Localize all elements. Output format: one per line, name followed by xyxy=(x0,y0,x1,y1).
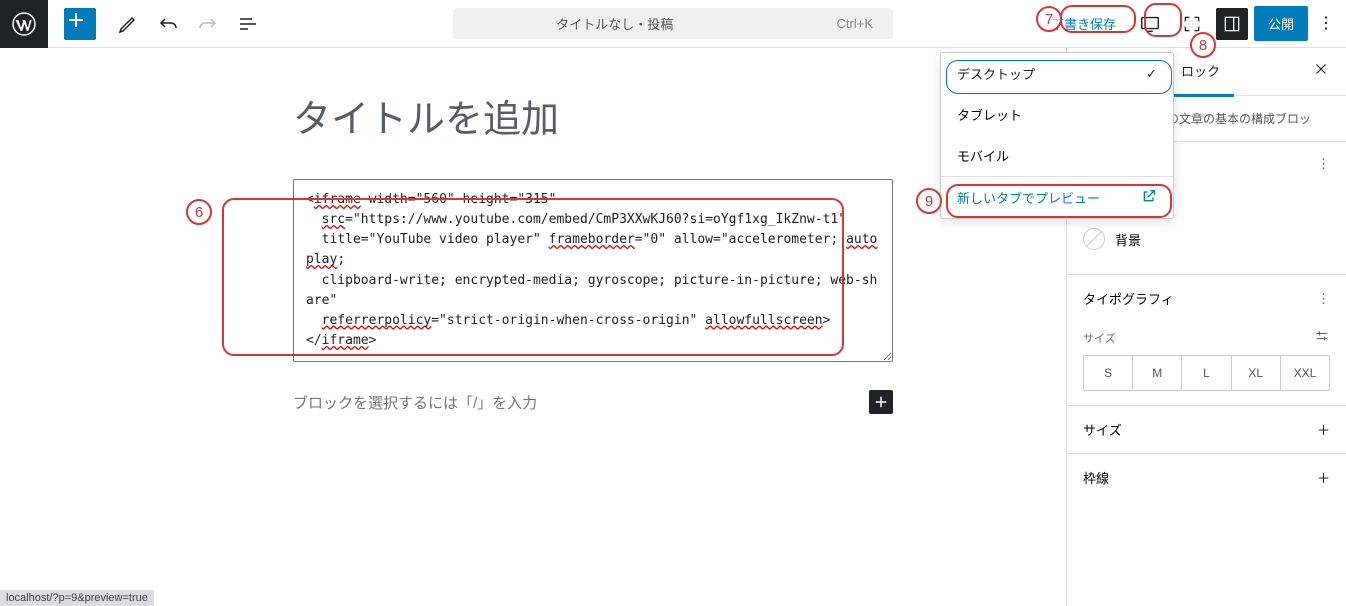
block-appender[interactable]: ブロックを選択するには「/」を入力 xyxy=(293,390,893,414)
annotation-6: 6 xyxy=(186,199,212,225)
size-settings-icon[interactable] xyxy=(1314,328,1330,347)
outline-button[interactable] xyxy=(230,6,266,42)
bg-color-swatch xyxy=(1083,228,1105,250)
annotation-9: 9 xyxy=(916,188,942,214)
top-toolbar: タイトルなし・投稿 Ctrl+K 下書き保存 公開 ⋮ xyxy=(0,0,1346,48)
font-size-buttons: S M L XL XXL xyxy=(1083,355,1330,391)
panel-more-icon[interactable]: ⋮ xyxy=(1317,291,1330,307)
more-menu-button[interactable]: ⋮ xyxy=(1314,6,1338,42)
preview-desktop[interactable]: デスクトップ ✓ xyxy=(941,53,1173,94)
redo-button[interactable] xyxy=(190,6,226,42)
status-bar: localhost/?p=9&preview=true xyxy=(0,590,154,606)
annotation-8: 8 xyxy=(1190,32,1216,58)
check-icon: ✓ xyxy=(1146,66,1157,82)
preview-mobile[interactable]: モバイル xyxy=(941,135,1173,176)
plus-icon: ＋ xyxy=(1317,420,1330,439)
add-block-button[interactable] xyxy=(64,8,96,40)
external-link-icon xyxy=(1141,188,1157,207)
annotation-7: 7 xyxy=(1036,6,1062,32)
size-l[interactable]: L xyxy=(1182,356,1231,390)
bg-color-row[interactable]: 背景 xyxy=(1083,218,1330,260)
panel-more-icon[interactable]: ⋮ xyxy=(1317,156,1330,172)
size-s[interactable]: S xyxy=(1084,356,1133,390)
close-sidebar-button[interactable] xyxy=(1304,52,1338,91)
plus-icon: ＋ xyxy=(1317,468,1330,487)
border-panel-toggle[interactable]: 枠線 ＋ xyxy=(1067,453,1346,501)
dimensions-panel-toggle[interactable]: サイズ ＋ xyxy=(1067,405,1346,453)
size-xxl[interactable]: XXL xyxy=(1281,356,1329,390)
preview-button[interactable] xyxy=(1132,6,1168,42)
publish-button[interactable]: 公開 xyxy=(1254,6,1308,41)
preview-tablet[interactable]: タブレット xyxy=(941,94,1173,135)
document-title-bar[interactable]: タイトルなし・投稿 Ctrl+K xyxy=(453,8,893,39)
block-prompt-text: ブロックを選択するには「/」を入力 xyxy=(293,392,537,413)
size-m[interactable]: M xyxy=(1133,356,1182,390)
wordpress-logo[interactable] xyxy=(0,0,48,48)
edit-tool-button[interactable] xyxy=(110,6,146,42)
preview-dropdown: デスクトップ ✓ タブレット モバイル 新しいタブでプレビュー xyxy=(940,52,1174,219)
size-label: サイズ xyxy=(1083,330,1116,346)
settings-panel-button[interactable] xyxy=(1216,8,1248,40)
post-title-input[interactable]: タイトルを追加 xyxy=(293,88,893,143)
size-xl[interactable]: XL xyxy=(1232,356,1281,390)
preview-new-tab[interactable]: 新しいタブでプレビュー xyxy=(941,177,1173,218)
code-block[interactable]: <iframe width="560" height="315" src="ht… xyxy=(293,179,893,362)
editor-canvas[interactable]: タイトルを追加 <iframe width="560" height="315"… xyxy=(0,48,1066,606)
typography-heading: タイポグラフィ xyxy=(1083,289,1174,308)
undo-button[interactable] xyxy=(150,6,186,42)
shortcut-hint: Ctrl+K xyxy=(837,16,873,31)
document-title: タイトルなし・投稿 xyxy=(556,14,673,33)
typography-panel: タイポグラフィ ⋮ サイズ S M L XL XXL xyxy=(1067,274,1346,405)
add-block-icon[interactable] xyxy=(869,390,893,414)
